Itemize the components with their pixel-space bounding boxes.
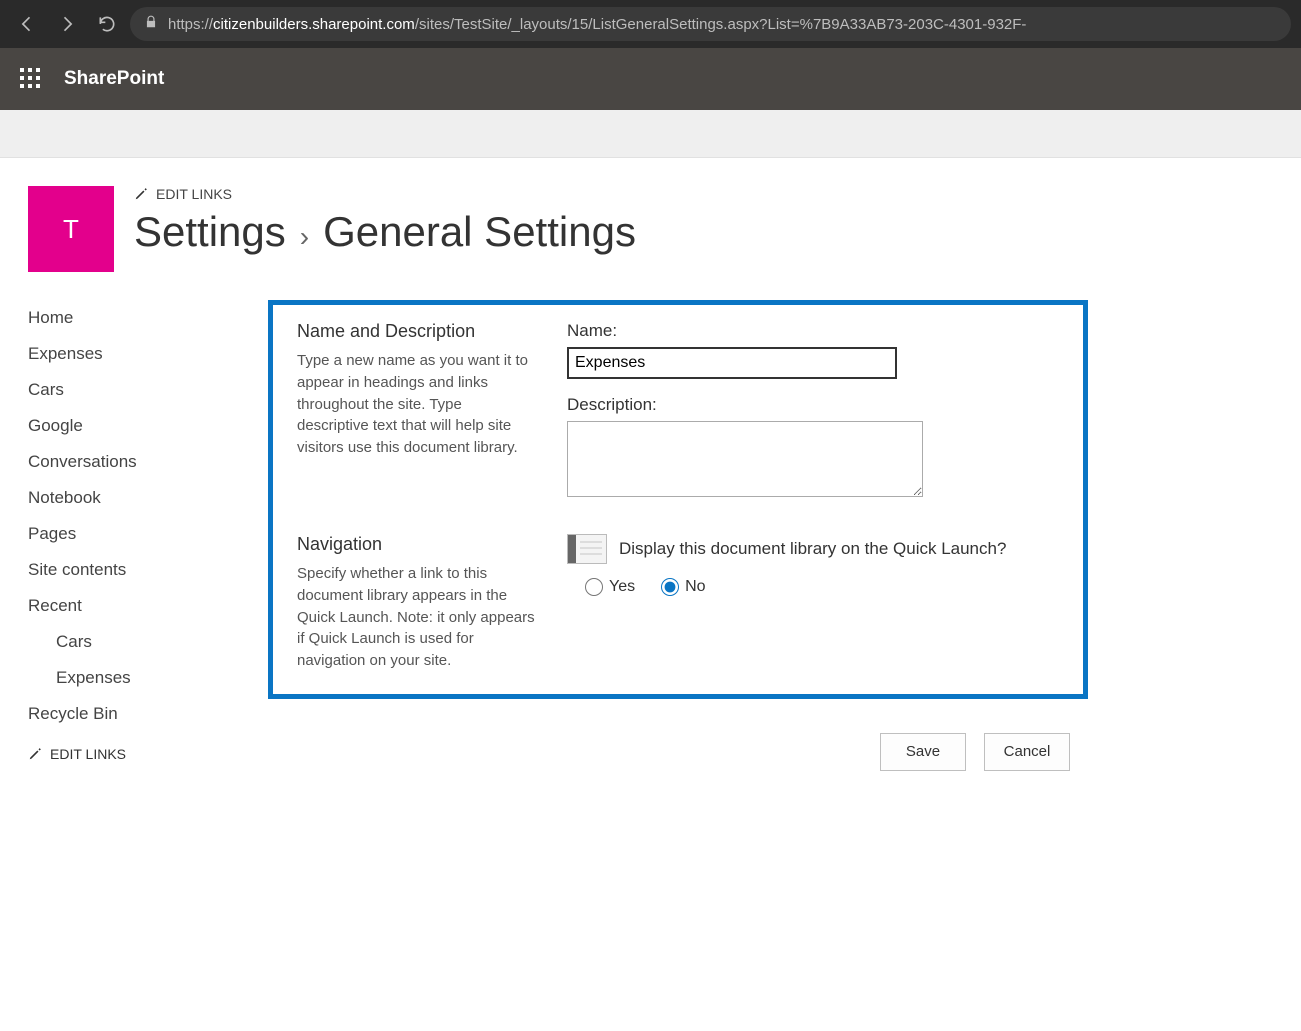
section-desc: Specify whether a link to this document … [297,563,537,672]
section-title: Navigation [297,534,537,555]
pencil-icon [28,747,42,761]
section-desc: Type a new name as you want it to appear… [297,350,537,459]
form-buttons: Save Cancel [268,699,1088,771]
browser-forward-button[interactable] [50,7,84,41]
radio-yes[interactable]: Yes [585,578,635,596]
highlighted-region: Name and Description Type a new name as … [268,300,1088,699]
edit-links-bottom[interactable]: EDIT LINKS [28,746,258,762]
radio-no[interactable]: No [661,578,705,596]
description-textarea[interactable] [567,421,923,497]
description-label: Description: [567,395,1059,415]
nav-site-contents[interactable]: Site contents [28,552,258,588]
suite-title[interactable]: SharePoint [64,68,164,90]
nav-home[interactable]: Home [28,300,258,336]
breadcrumb-settings[interactable]: Settings [134,208,286,256]
quick-launch-icon [567,534,607,564]
nav-recent-cars[interactable]: Cars [28,624,258,660]
suite-bar: SharePoint [0,48,1301,110]
breadcrumb-current: General Settings [323,208,636,256]
nav-recycle-bin[interactable]: Recycle Bin [28,696,258,732]
radio-no-input[interactable] [661,578,679,596]
radio-yes-input[interactable] [585,578,603,596]
nav-recent[interactable]: Recent [28,588,258,624]
site-logo[interactable]: T [28,186,114,272]
quick-launch-question: Display this document library on the Qui… [619,539,1006,559]
nav-cars[interactable]: Cars [28,372,258,408]
ribbon-placeholder [0,110,1301,158]
nav-pages[interactable]: Pages [28,516,258,552]
nav-expenses[interactable]: Expenses [28,336,258,372]
save-button[interactable]: Save [880,733,966,771]
settings-form: Name and Description Type a new name as … [268,300,1088,771]
browser-back-button[interactable] [10,7,44,41]
breadcrumb-separator: › [300,221,309,253]
quick-launch-nav: Home Expenses Cars Google Conversations … [28,300,268,762]
cancel-button[interactable]: Cancel [984,733,1070,771]
browser-url-bar[interactable]: https://citizenbuilders.sharepoint.com/s… [130,7,1291,41]
browser-reload-button[interactable] [90,7,124,41]
app-launcher-icon[interactable] [20,68,42,90]
section-navigation: Navigation Specify whether a link to thi… [297,534,1059,672]
nav-conversations[interactable]: Conversations [28,444,258,480]
section-title: Name and Description [297,321,537,342]
section-name-description: Name and Description Type a new name as … [297,321,1059,502]
edit-links-top[interactable]: EDIT LINKS [134,186,1301,202]
browser-toolbar: https://citizenbuilders.sharepoint.com/s… [0,0,1301,48]
lock-icon [144,15,158,33]
page-title: Settings › General Settings [134,208,1301,256]
url-text: https://citizenbuilders.sharepoint.com/s… [168,16,1026,33]
nav-notebook[interactable]: Notebook [28,480,258,516]
nav-google[interactable]: Google [28,408,258,444]
name-label: Name: [567,321,1059,341]
pencil-icon [134,187,148,201]
name-input[interactable] [567,347,897,379]
nav-recent-expenses[interactable]: Expenses [28,660,258,696]
